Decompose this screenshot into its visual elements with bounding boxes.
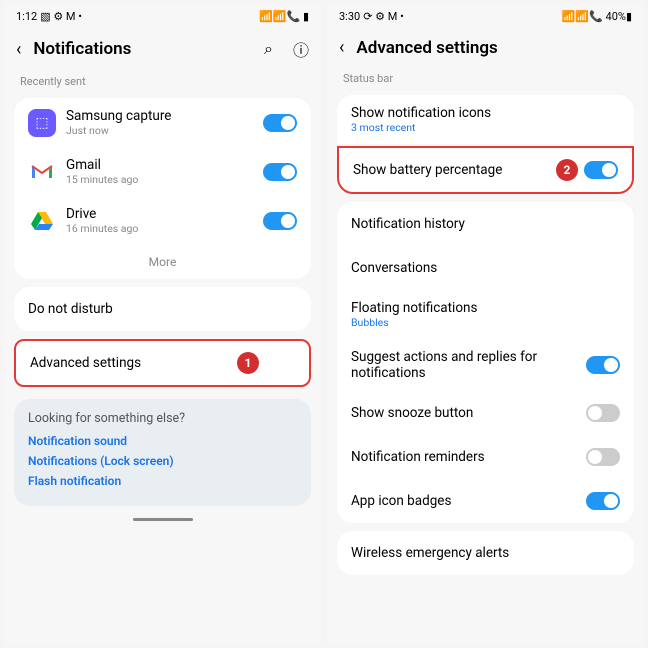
suggest-link[interactable]: Notification sound bbox=[28, 434, 297, 448]
section-label: Recently sent bbox=[4, 69, 321, 94]
suggestions: Looking for something else? Notification… bbox=[14, 399, 311, 506]
advanced-settings-row[interactable]: Advanced settings bbox=[16, 341, 309, 385]
page-title: Notifications bbox=[33, 39, 244, 59]
drive-icon bbox=[28, 207, 56, 235]
info-icon[interactable]: ⓘ bbox=[293, 37, 309, 61]
callout-badge: 2 bbox=[556, 159, 578, 181]
toggle[interactable] bbox=[586, 356, 620, 374]
dnd-row[interactable]: Do not disturb bbox=[14, 287, 311, 331]
page-title: Advanced settings bbox=[356, 38, 632, 58]
callout-badge: 1 bbox=[237, 352, 259, 374]
app-row[interactable]: ⬚ Samsung captureJust now bbox=[14, 98, 311, 147]
show-battery-row[interactable]: Show battery percentage 2 bbox=[339, 148, 632, 192]
list-item[interactable]: Notification history bbox=[337, 202, 634, 246]
list-item[interactable]: Suggest actions and replies for notifica… bbox=[337, 339, 634, 391]
list-item[interactable]: Show snooze button bbox=[337, 391, 634, 435]
suggest-link[interactable]: Flash notification bbox=[28, 474, 297, 488]
show-notif-icons-row[interactable]: Show notification icons3 most recent bbox=[337, 95, 634, 144]
suggest-link[interactable]: Notifications (Lock screen) bbox=[28, 454, 297, 468]
samsung-capture-icon: ⬚ bbox=[28, 109, 56, 137]
nav-handle[interactable] bbox=[133, 518, 193, 521]
screen-advanced: 3:30 ⟳ ⚙ M • 📶📶📞 40%▮ ‹ Advanced setting… bbox=[327, 4, 644, 644]
search-icon[interactable]: ⌕ bbox=[264, 39, 273, 59]
back-icon[interactable]: ‹ bbox=[339, 37, 344, 58]
gmail-icon bbox=[28, 158, 56, 186]
list-item[interactable]: App icon badges bbox=[337, 479, 634, 523]
list-item[interactable]: Notification reminders bbox=[337, 435, 634, 479]
toggle[interactable] bbox=[586, 492, 620, 510]
toggle[interactable] bbox=[586, 404, 620, 422]
toggle[interactable] bbox=[263, 114, 297, 132]
toggle[interactable] bbox=[263, 163, 297, 181]
toggle[interactable] bbox=[586, 448, 620, 466]
list-item[interactable]: Wireless emergency alerts bbox=[337, 531, 634, 575]
screen-notifications: 1:12 ▧ ⚙ M • 📶📶📞 ▮ ‹ Notifications ⌕ ⓘ R… bbox=[4, 4, 321, 644]
list-item[interactable]: Floating notificationsBubbles bbox=[337, 290, 634, 339]
toggle[interactable] bbox=[584, 161, 618, 179]
section-label: Status bar bbox=[327, 66, 644, 91]
list-item[interactable]: Conversations bbox=[337, 246, 634, 290]
app-row[interactable]: Drive16 minutes ago bbox=[14, 196, 311, 245]
status-bar: 3:30 ⟳ ⚙ M • 📶📶📞 40%▮ bbox=[327, 4, 644, 29]
toggle[interactable] bbox=[263, 212, 297, 230]
back-icon[interactable]: ‹ bbox=[16, 39, 21, 60]
app-row[interactable]: Gmail15 minutes ago bbox=[14, 147, 311, 196]
status-bar: 1:12 ▧ ⚙ M • 📶📶📞 ▮ bbox=[4, 4, 321, 29]
more-button[interactable]: More bbox=[14, 245, 311, 279]
